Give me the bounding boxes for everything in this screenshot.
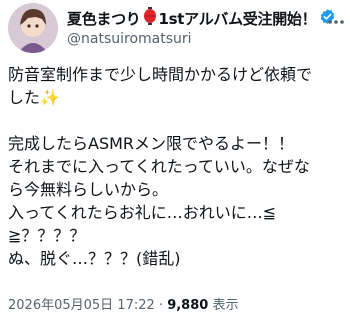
tweet-line: ぬ、脱ぐ…？？？(錯乱) [8,249,181,268]
tweet-line: それまでに入ってくれたっていい。なぜな [8,157,310,176]
tweet-text: 防音室制作まで少し時間かかるけど依頼で した✨ 完成したらASMRメン限でやるよ… [8,63,344,270]
tweet-line: 完成したらASMRメン限でやるよー！！ [8,134,295,153]
tweet-line-blank [8,109,344,132]
meta-separator: · [158,298,164,313]
more-options-icon[interactable] [326,14,346,28]
tweet-line: ら今無料らしいから。 [8,180,169,199]
display-name-badge-text: 1stアルバム受注開始！ [158,9,317,28]
avatar[interactable] [8,3,58,53]
views-count[interactable]: 9,880 [167,298,208,313]
tweet-line: 入ってくれたらお礼に…おれいに…≦ [8,203,277,222]
author-name-row[interactable]: 夏色まつり 1stアルバム受注開始！ [67,7,336,29]
tweet-line: した✨ [8,88,60,107]
display-name[interactable]: 夏色まつり [67,8,141,29]
author-handle[interactable]: @natsuiromatsuri [67,31,192,47]
tweet-line: 防音室制作まで少し時間かかるけど依頼で [8,65,313,84]
tweet-meta: 2026年05月05日 17:22 · 9,880 表示 [8,294,238,313]
avatar-image [8,3,58,53]
tweet-timestamp[interactable]: 2026年05月05日 17:22 [8,298,155,313]
lantern-icon [143,7,157,29]
views-label: 表示 [212,298,239,313]
tweet-card: 夏色まつり 1stアルバム受注開始！ @natsuiromatsuri 防音室制… [0,0,350,324]
tweet-line: ≧？？？？ [8,226,86,245]
